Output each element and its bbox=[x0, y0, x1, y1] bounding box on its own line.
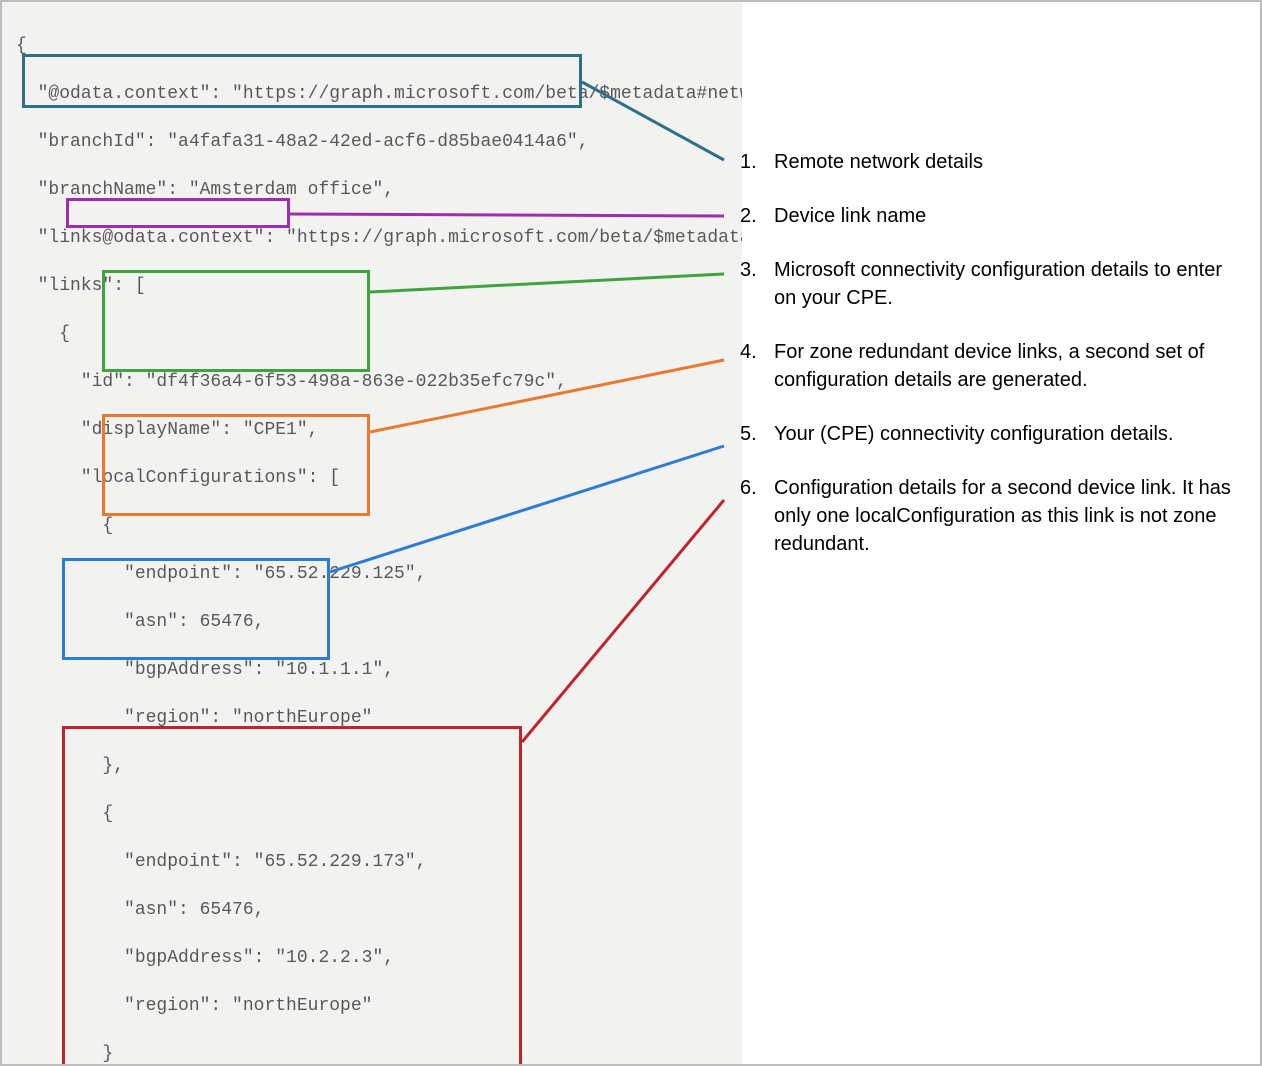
legend-text: Your (CPE) connectivity configuration de… bbox=[774, 420, 1240, 448]
code-line: "bgpAddress": "10.2.2.3", bbox=[16, 946, 742, 970]
legend-item-6: 6. Configuration details for a second de… bbox=[740, 474, 1240, 558]
code-line: { bbox=[16, 514, 742, 538]
legend-number: 4. bbox=[740, 338, 774, 394]
code-line: }, bbox=[16, 754, 742, 778]
legend-number: 6. bbox=[740, 474, 774, 558]
code-line: { bbox=[16, 34, 742, 58]
code-line: "asn": 65476, bbox=[16, 610, 742, 634]
legend: 1. Remote network details 2. Device link… bbox=[740, 148, 1240, 584]
code-line: "branchName": "Amsterdam office", bbox=[16, 178, 742, 202]
legend-text: Remote network details bbox=[774, 148, 1240, 176]
legend-text: For zone redundant device links, a secon… bbox=[774, 338, 1240, 394]
code-line: "localConfigurations": [ bbox=[16, 466, 742, 490]
code-line: { bbox=[16, 802, 742, 826]
legend-text: Configuration details for a second devic… bbox=[774, 474, 1240, 558]
code-line: "asn": 65476, bbox=[16, 898, 742, 922]
json-code-block: { "@odata.context": "https://graph.micro… bbox=[2, 2, 742, 1064]
code-line: "displayName": "CPE1", bbox=[16, 418, 742, 442]
legend-number: 2. bbox=[740, 202, 774, 230]
legend-number: 5. bbox=[740, 420, 774, 448]
code-line: } bbox=[16, 1042, 742, 1064]
legend-item-1: 1. Remote network details bbox=[740, 148, 1240, 176]
annotated-json-diagram: { "@odata.context": "https://graph.micro… bbox=[0, 0, 1262, 1066]
legend-item-4: 4. For zone redundant device links, a se… bbox=[740, 338, 1240, 394]
code-line: "@odata.context": "https://graph.microso… bbox=[16, 82, 742, 106]
legend-text: Device link name bbox=[774, 202, 1240, 230]
legend-number: 1. bbox=[740, 148, 774, 176]
code-line: "id": "df4f36a4-6f53-498a-863e-022b35efc… bbox=[16, 370, 742, 394]
code-line: "endpoint": "65.52.229.125", bbox=[16, 562, 742, 586]
legend-item-2: 2. Device link name bbox=[740, 202, 1240, 230]
code-line: "endpoint": "65.52.229.173", bbox=[16, 850, 742, 874]
legend-number: 3. bbox=[740, 256, 774, 312]
code-line: "links@odata.context": "https://graph.mi… bbox=[16, 226, 742, 250]
code-line: "branchId": "a4fafa31-48a2-42ed-acf6-d85… bbox=[16, 130, 742, 154]
code-line: "links": [ bbox=[16, 274, 742, 298]
code-line: "region": "northEurope" bbox=[16, 706, 742, 730]
legend-item-5: 5. Your (CPE) connectivity configuration… bbox=[740, 420, 1240, 448]
legend-text: Microsoft connectivity configuration det… bbox=[774, 256, 1240, 312]
code-line: "bgpAddress": "10.1.1.1", bbox=[16, 658, 742, 682]
code-line: { bbox=[16, 322, 742, 346]
legend-item-3: 3. Microsoft connectivity configuration … bbox=[740, 256, 1240, 312]
code-line: "region": "northEurope" bbox=[16, 994, 742, 1018]
